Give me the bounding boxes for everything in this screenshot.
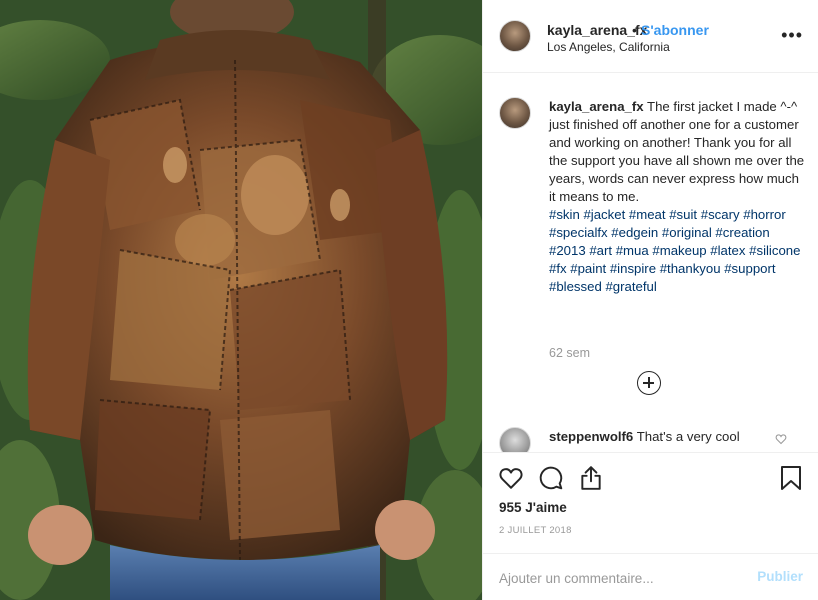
comment-input[interactable]	[499, 568, 749, 588]
separator-dot: •	[632, 22, 637, 38]
bookmark-icon[interactable]	[779, 465, 803, 491]
caption-hashtags[interactable]: #skin #jacket #meat #suit #scary #horror…	[549, 206, 805, 296]
post-time-ago: 62 sem	[549, 346, 590, 360]
caption-author-avatar[interactable]	[499, 97, 531, 129]
publish-button[interactable]: Publier	[757, 569, 803, 584]
caption-text: The first jacket I made ^-^ just finishe…	[549, 99, 805, 204]
caption-username[interactable]: kayla_arena_fx	[549, 99, 644, 114]
post-photo[interactable]	[0, 0, 482, 600]
share-icon[interactable]	[578, 465, 604, 491]
commenter-username[interactable]: steppenwolf6	[549, 429, 633, 444]
commenter-avatar[interactable]	[499, 427, 531, 452]
caption-text-block: kayla_arena_fx The first jacket I made ^…	[549, 98, 805, 296]
likes-count[interactable]: 955 J'aime	[499, 500, 567, 515]
comment-text-block: steppenwolf6 That's a very cool	[549, 429, 740, 444]
jacket-photo-illustration	[0, 0, 482, 600]
post-caption: kayla_arena_fx The first jacket I made ^…	[483, 73, 818, 423]
comment-heart-icon[interactable]	[775, 433, 787, 445]
heart-icon[interactable]	[498, 465, 524, 491]
comment-icon[interactable]	[538, 465, 564, 491]
post-side-panel: kayla_arena_fx • S'abonner Los Angeles, …	[482, 0, 818, 600]
comment-text: That's a very cool	[636, 429, 740, 444]
author-avatar[interactable]	[499, 20, 531, 52]
follow-button[interactable]: S'abonner	[641, 22, 709, 38]
plus-circle-icon[interactable]	[637, 371, 661, 395]
post-actions: 955 J'aime 2 JUILLET 2018 Publier	[483, 452, 818, 600]
post-location[interactable]: Los Angeles, California	[547, 40, 670, 54]
add-comment-bar: Publier	[483, 553, 818, 600]
post-header: kayla_arena_fx • S'abonner Los Angeles, …	[483, 0, 818, 73]
likes-label: J'aime	[525, 500, 567, 515]
more-options-icon[interactable]: •••	[781, 26, 803, 44]
post-date: 2 JUILLET 2018	[499, 525, 572, 536]
likes-number: 955	[499, 500, 522, 515]
comment-item: steppenwolf6 That's a very cool	[483, 423, 818, 452]
